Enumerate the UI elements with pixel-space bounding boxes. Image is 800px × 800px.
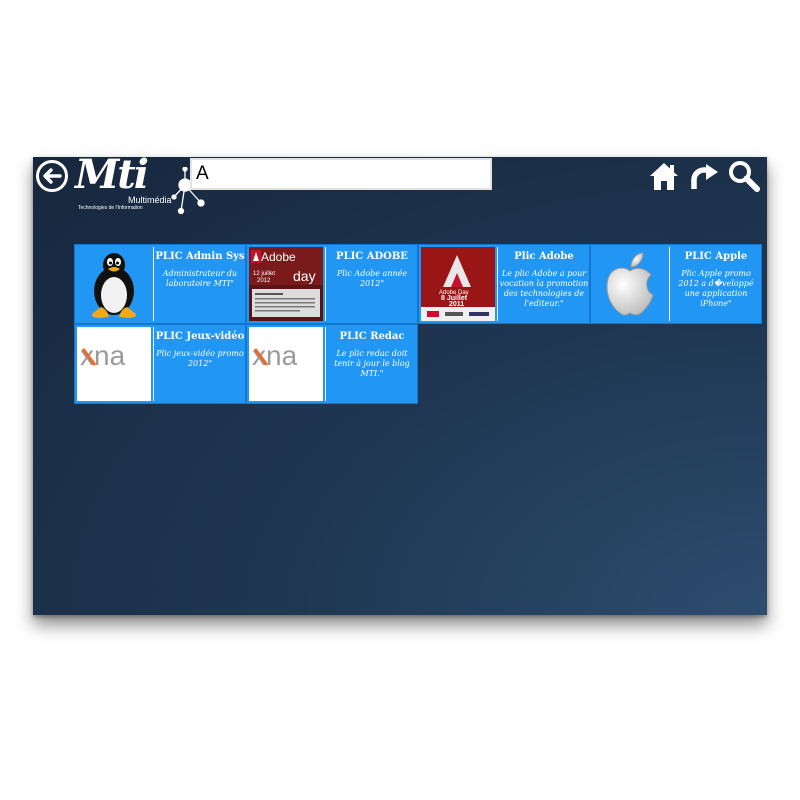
search-icon [729,161,760,192]
tile-thumbnail: Adobe day 12 juillet 2012 [249,247,323,321]
tile-divider [153,247,154,321]
tile-thumbnail: xna xna [77,327,151,401]
back-button[interactable] [35,159,69,193]
poster-line3: 2011 [449,301,464,308]
tile-description: Le plic Adobe a pour vocation la promoti… [499,269,589,308]
search-input[interactable] [190,158,492,190]
tile-title: PLIC ADOBE [336,251,408,262]
search-button[interactable] [727,159,761,193]
tile-plic-adobe-2011[interactable]: Adobe Day 8 Juillet 2011 Plic Adobe Le p… [418,244,590,324]
logo-subtitle: Multimédia [128,195,172,205]
xna-reflection: xna [80,397,126,401]
home-icon [650,163,678,190]
adobe-day-2012-poster-image: Adobe day 12 juillet 2012 [249,247,323,321]
logo-title: Mti [75,157,149,198]
tile-plic-adobe-2012[interactable]: Adobe day 12 juillet 2012 PLIC ADOBE Pli… [246,244,418,324]
tile-divider [325,327,326,401]
mti-logo: Mti Multimédia Technologies de l'Informa… [75,157,211,215]
tile-thumbnail: Adobe Day 8 Juillet 2011 [421,247,495,321]
poster-word: day [293,268,316,284]
tile-description: Le plic redac doit tenir à jour le blog … [334,349,410,378]
tile-description: Plic Apple promo 2012 a d�veloppé une ap… [678,269,754,308]
tile-thumbnail [593,247,667,321]
tile-title: PLIC Jeux-vidéo [155,331,245,342]
tile-title: PLIC Redac [339,331,405,342]
tux-penguin-icon [91,253,137,318]
xna-logo-icon: xna xna [252,340,298,401]
tile-divider [497,247,498,321]
refresh-button[interactable] [687,159,721,193]
tile-title: PLIC Admin Sys [155,251,245,262]
home-button[interactable] [647,159,681,193]
tile-title: PLIC Apple [684,251,748,262]
back-arrow-icon [36,160,68,192]
tile-thumbnail: xna xna [249,327,323,401]
poster-date: 12 juillet [253,271,275,277]
tile-plic-admin-sys[interactable]: PLIC Admin Sys Administrateur du laborat… [74,244,246,324]
tile-thumbnail [77,247,151,321]
xna-reflection: xna [252,397,298,401]
app-window: Mti Multimédia Technologies de l'Informa… [33,157,767,615]
poster-year: 2012 [257,278,271,284]
tile-description: Plic jeux-vidéo promo 2012" [156,349,244,368]
tile-description: Plic Adobe année 2012" [336,269,408,288]
tile-title: Plic Adobe [514,251,574,262]
tile-plic-redac[interactable]: xna xna PLIC Redac Le plic redac doit te… [246,324,418,404]
adobe-day-2011-poster-image: Adobe Day 8 Juillet 2011 [421,247,495,321]
xna-logo-icon: xna xna [80,340,126,401]
apple-logo-icon [606,252,654,316]
tile-divider [153,327,154,401]
poster-brand: Adobe [261,250,296,264]
refresh-icon [691,164,718,189]
tile-divider [325,247,326,321]
tile-plic-jeux-video[interactable]: xna xna PLIC Jeux-vidéo Plic jeux-vidéo … [74,324,246,404]
tile-divider [669,247,670,321]
tile-plic-apple[interactable]: PLIC Apple Plic Apple promo 2012 a d�vel… [590,244,762,324]
tile-description: Administrateur du laboratoire MTI" [162,269,238,288]
logo-tagline: Technologies de l'Information [78,205,143,211]
